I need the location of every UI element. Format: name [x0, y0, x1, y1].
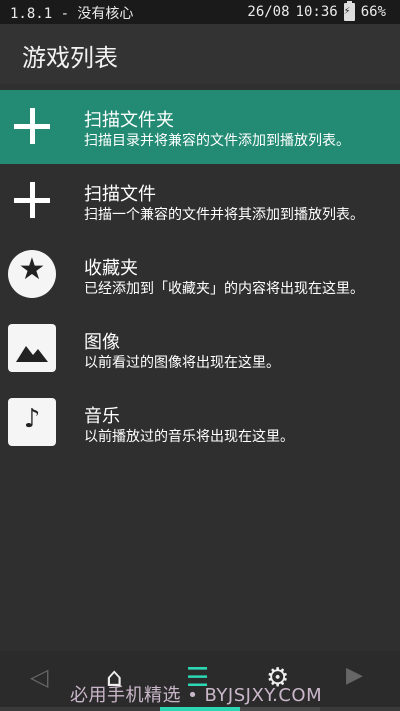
- item-subtitle: 以前播放过的音乐将出现在这里。: [84, 429, 294, 445]
- item-title: 图像: [84, 332, 120, 353]
- star-icon: ★: [8, 250, 56, 298]
- play-icon[interactable]: ▶: [346, 663, 363, 688]
- item-subtitle: 扫描目录并将兼容的文件添加到播放列表。: [84, 133, 350, 149]
- status-date: 26/08: [247, 4, 290, 20]
- item-title: 扫描文件夹: [84, 110, 174, 131]
- watermark: 必用手机精选 • BYJSJXY.COM: [70, 685, 323, 706]
- music-icon: ♪: [8, 398, 56, 446]
- item-title: 音乐: [84, 406, 120, 427]
- plus-icon: [8, 176, 56, 224]
- page-title: 游戏列表: [22, 44, 118, 72]
- battery-percent: 66%: [360, 4, 386, 20]
- status-time: 10:36: [295, 4, 338, 20]
- nav-track-segment: [240, 707, 320, 711]
- item-title: 收藏夹: [84, 258, 138, 279]
- item-subtitle: 扫描一个兼容的文件并将其添加到播放列表。: [84, 207, 364, 223]
- list-item-favorites[interactable]: ★ 收藏夹 已经添加到「收藏夹」的内容将出现在这里。: [0, 238, 400, 312]
- plus-icon: [8, 102, 56, 150]
- status-right: 26/08 10:36 66%: [247, 1, 386, 21]
- list-item-scan-folder[interactable]: 扫描文件夹 扫描目录并将兼容的文件添加到播放列表。: [0, 90, 400, 164]
- nav-active-indicator: [160, 707, 240, 711]
- playlist-list: 扫描文件夹 扫描目录并将兼容的文件添加到播放列表。 扫描文件 扫描一个兼容的文件…: [0, 90, 400, 460]
- list-item-scan-file[interactable]: 扫描文件 扫描一个兼容的文件并将其添加到播放列表。: [0, 164, 400, 238]
- status-bar: 1.8.1 - 没有核心 26/08 10:36 66%: [0, 0, 400, 24]
- status-core-text: 1.8.1 - 没有核心: [10, 6, 134, 22]
- back-icon[interactable]: ◁: [30, 663, 48, 691]
- item-subtitle: 已经添加到「收藏夹」的内容将出现在这里。: [84, 281, 364, 297]
- battery-icon: [343, 1, 355, 21]
- image-icon: [8, 324, 56, 372]
- list-item-music[interactable]: ♪ 音乐 以前播放过的音乐将出现在这里。: [0, 386, 400, 460]
- item-subtitle: 以前看过的图像将出现在这里。: [84, 355, 280, 371]
- list-item-images[interactable]: 图像 以前看过的图像将出现在这里。: [0, 312, 400, 386]
- header: 游戏列表: [0, 24, 400, 84]
- item-title: 扫描文件: [84, 184, 156, 205]
